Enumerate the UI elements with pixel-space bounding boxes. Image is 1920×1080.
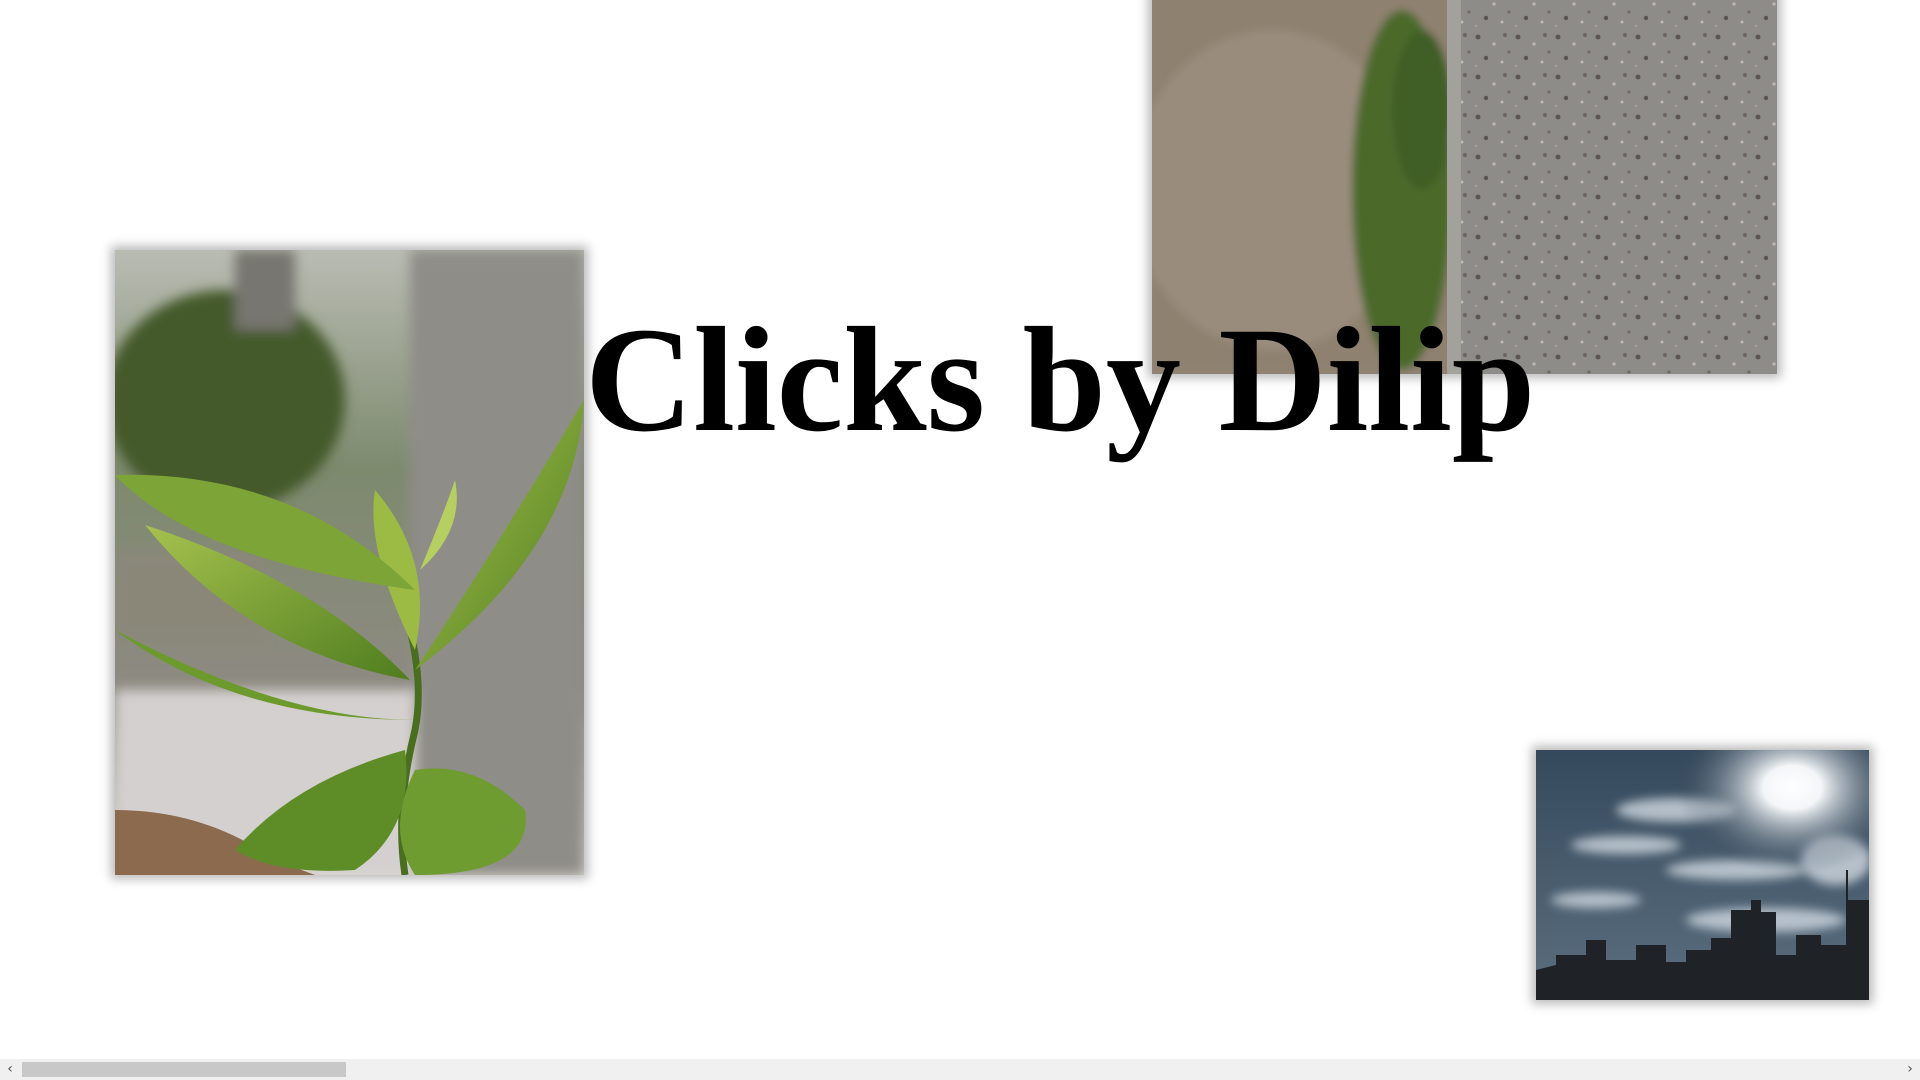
scroll-right-icon[interactable]: › bbox=[1900, 1059, 1920, 1080]
horizontal-scrollbar[interactable]: ‹ › bbox=[0, 1059, 1920, 1080]
page-title: Clicks by Dilip bbox=[585, 297, 1536, 463]
plant-photo[interactable] bbox=[115, 250, 584, 875]
sky-photo[interactable] bbox=[1536, 750, 1869, 1000]
sky-image bbox=[1536, 750, 1869, 1000]
scrollbar-thumb[interactable] bbox=[22, 1062, 346, 1077]
plant-image bbox=[115, 250, 584, 875]
scroll-left-icon[interactable]: ‹ bbox=[0, 1059, 20, 1080]
page-canvas: Clicks by Dilip ‹ › bbox=[0, 0, 1920, 1080]
